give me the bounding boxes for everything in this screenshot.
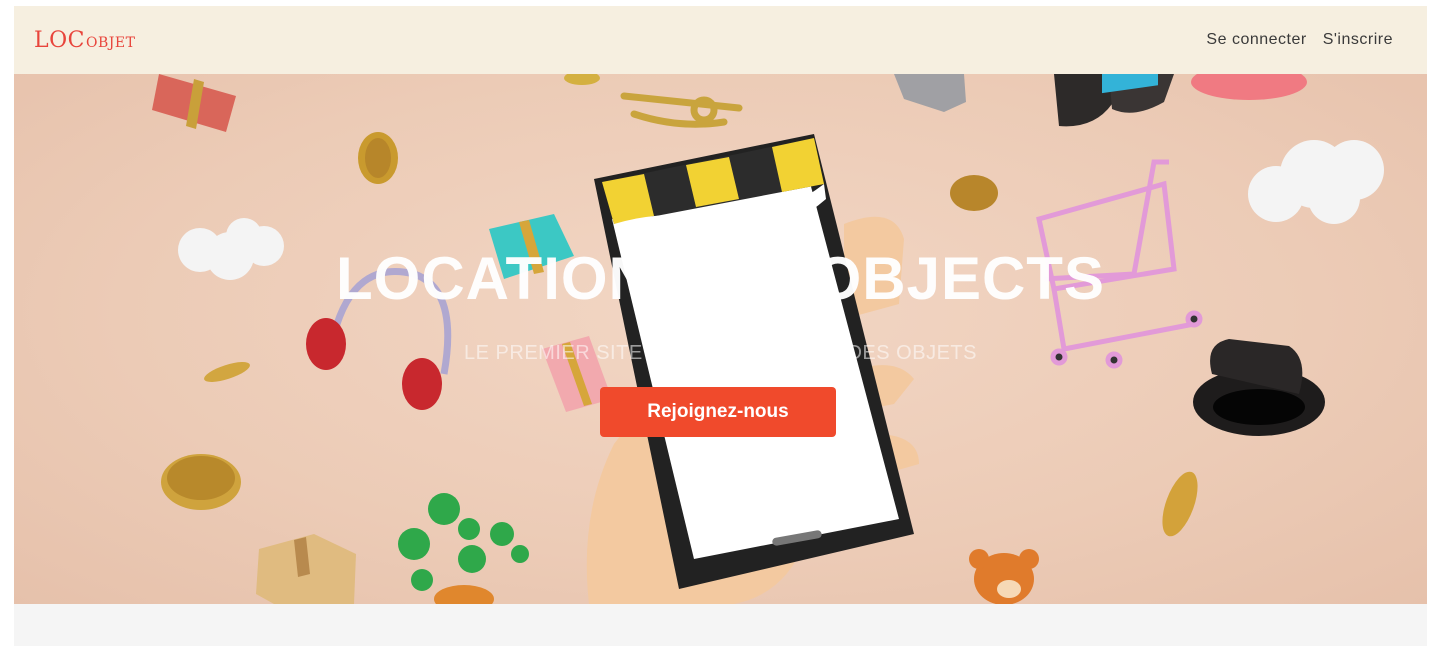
cardboard-box-icon bbox=[256, 534, 356, 604]
pink-lid-icon bbox=[1191, 74, 1307, 100]
content-section bbox=[14, 604, 1427, 646]
diamond-icon bbox=[894, 74, 966, 112]
teddy-bear-icon bbox=[969, 549, 1039, 604]
coin-icon bbox=[564, 74, 600, 85]
signup-link[interactable]: S'inscrire bbox=[1323, 31, 1393, 49]
nav-links: Se connecter S'inscrire bbox=[1206, 31, 1393, 49]
coin-icon bbox=[1162, 471, 1198, 537]
login-link[interactable]: Se connecter bbox=[1206, 31, 1306, 49]
gift-box-icon bbox=[152, 74, 236, 132]
hero-illustration bbox=[152, 74, 1384, 604]
brand-logo[interactable]: LOC OBJET bbox=[34, 28, 135, 53]
hero-title: LOCATION DES OBJECTS bbox=[336, 245, 1105, 312]
page: LOC OBJET Se connecter S'inscrire LOCATI… bbox=[14, 6, 1427, 646]
navbar: LOC OBJET Se connecter S'inscrire bbox=[14, 6, 1427, 74]
hero-banner: LOCATION DES OBJECTS LE PREMIER SITE WEB… bbox=[14, 74, 1427, 604]
cloud-icon bbox=[1248, 140, 1384, 224]
brand-small-text: OBJET bbox=[85, 34, 136, 51]
plant-icon bbox=[398, 493, 529, 591]
brand-main-text: LOC bbox=[34, 27, 85, 53]
hero-subtitle: LE PREMIER SITE WEB DE LOCATION DES OBJE… bbox=[464, 342, 977, 364]
trumpet-icon bbox=[620, 92, 743, 128]
join-us-button[interactable]: Rejoignez-nous bbox=[600, 387, 836, 437]
coin-icon bbox=[950, 175, 998, 211]
